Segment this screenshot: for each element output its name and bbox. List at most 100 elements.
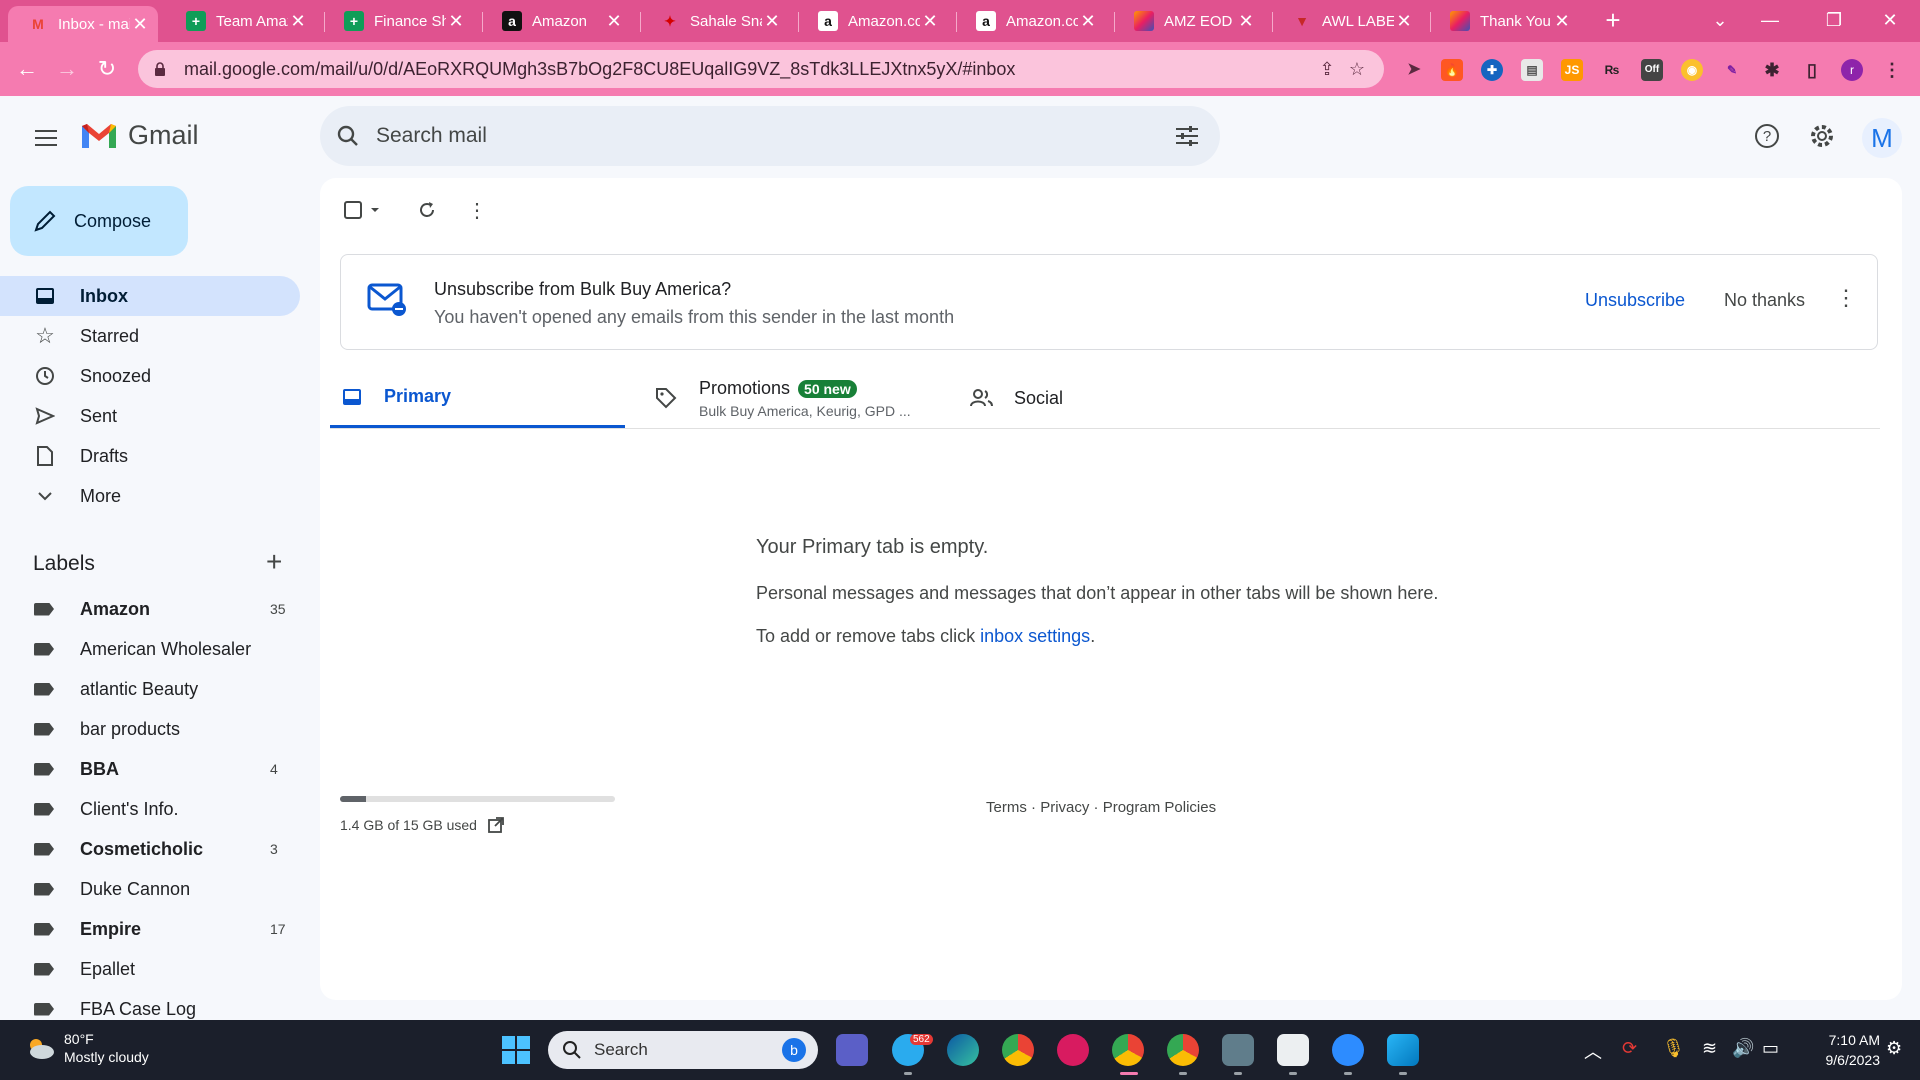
tab-promotions[interactable]: Promotions 50 new Bulk Buy America, Keuri… <box>655 368 945 428</box>
window-close-icon[interactable]: ✕ <box>1860 2 1920 38</box>
system-clock[interactable]: 7:10 AM 9/6/2023 <box>1790 1030 1881 1070</box>
notebook-extension-icon[interactable]: ▤ <box>1521 59 1543 81</box>
snipping-tool-icon[interactable] <box>1277 1034 1309 1066</box>
more-vertical-icon[interactable]: ⋮ <box>1881 59 1903 81</box>
address-bar[interactable]: mail.google.com/mail/u/0/d/AEoRXRQUMgh3s… <box>138 50 1384 88</box>
side-panel-icon[interactable]: ▯ <box>1801 59 1823 81</box>
close-icon[interactable]: ✕ <box>130 14 150 35</box>
label-item-bar-products[interactable]: bar products <box>0 709 300 749</box>
rs-extension-icon[interactable]: ₨ <box>1601 59 1623 81</box>
taskbar-search[interactable]: Search b <box>548 1031 818 1069</box>
battery-icon[interactable]: ▭ <box>1762 1038 1779 1059</box>
teams-chat-icon[interactable] <box>836 1034 868 1066</box>
nav-item-sent[interactable]: Sent <box>0 396 300 436</box>
chrome-profile-icon[interactable] <box>1112 1034 1144 1066</box>
nav-item-snoozed[interactable]: Snoozed <box>0 356 300 396</box>
label-item-cosmeticholic[interactable]: Cosmeticholic 3 <box>0 829 300 869</box>
chevron-up-icon[interactable]: ︿ <box>1584 1038 1602 1064</box>
wifi-icon[interactable]: ≋ <box>1702 1038 1717 1059</box>
label-item-clients-info[interactable]: Client's Info. <box>0 789 300 829</box>
label-item-empire[interactable]: Empire 17 <box>0 909 300 949</box>
privacy-link[interactable]: Privacy <box>1040 799 1089 816</box>
tab-thank-you[interactable]: Thank You ✕ <box>1430 6 1580 36</box>
bing-icon[interactable]: b <box>782 1038 806 1062</box>
label-item-duke-cannon[interactable]: Duke Cannon <box>0 869 300 909</box>
label-item-amazon[interactable]: Amazon 35 <box>0 589 300 629</box>
label-item-american-wholesaler[interactable]: American Wholesaler <box>0 629 300 669</box>
reload-icon[interactable]: ↻ <box>92 54 122 84</box>
weather-widget[interactable]: 80°F Mostly cloudy <box>24 1030 149 1066</box>
select-all-checkbox[interactable] <box>338 192 388 228</box>
off-extension-icon[interactable]: Off <box>1641 59 1663 81</box>
sync-icon[interactable]: ⟳ <box>1622 1038 1637 1059</box>
tab-team-amazon[interactable]: + Team Amaz ✕ <box>166 6 316 36</box>
more-options-icon[interactable]: ⋮ <box>459 192 495 228</box>
no-thanks-button[interactable]: No thanks <box>1724 290 1805 311</box>
wps-icon[interactable] <box>1057 1034 1089 1066</box>
edge-icon[interactable] <box>947 1034 979 1066</box>
program-policies-link[interactable]: Program Policies <box>1103 799 1216 816</box>
start-button[interactable] <box>502 1036 530 1064</box>
label-item-epallet[interactable]: Epallet <box>0 949 300 989</box>
lock-icon[interactable] <box>152 61 168 77</box>
nav-item-more[interactable]: More <box>0 476 300 516</box>
unsubscribe-button[interactable]: Unsubscribe <box>1585 290 1685 311</box>
tab-finance-sheet[interactable]: + Finance She ✕ <box>324 6 474 36</box>
chrome-profile-2-icon[interactable] <box>1167 1034 1199 1066</box>
fire-extension-icon[interactable]: 🔥 <box>1441 59 1463 81</box>
url-text[interactable]: mail.google.com/mail/u/0/d/AEoRXRQUMgh3s… <box>184 59 1312 80</box>
tab-amazon-com-2[interactable]: a Amazon.cor ✕ <box>956 6 1106 36</box>
tab-amz-eod[interactable]: AMZ EOD F ✕ <box>1114 6 1264 36</box>
calculator-icon[interactable] <box>1222 1034 1254 1066</box>
storage-meter[interactable]: 1.4 GB of 15 GB used <box>340 796 615 834</box>
arrow-extension-icon[interactable]: ➤ <box>1403 59 1425 81</box>
new-tab-button[interactable]: + <box>1598 6 1628 36</box>
terms-link[interactable]: Terms <box>986 799 1027 816</box>
extensions-puzzle-icon[interactable]: ✱ <box>1761 59 1783 81</box>
close-icon[interactable]: ✕ <box>1078 11 1098 32</box>
refresh-icon[interactable] <box>409 192 445 228</box>
account-avatar[interactable]: M <box>1862 118 1902 158</box>
zoom-icon[interactable] <box>1332 1034 1364 1066</box>
close-icon[interactable]: ✕ <box>920 11 940 32</box>
search-bar[interactable]: Search mail <box>320 106 1220 166</box>
puzzle-round-extension-icon[interactable]: ✚ <box>1481 59 1503 81</box>
search-input[interactable]: Search mail <box>376 124 1174 148</box>
search-options-icon[interactable] <box>1174 124 1200 148</box>
nav-item-starred[interactable]: ☆ Starred <box>0 316 300 356</box>
label-item-bba[interactable]: BBA 4 <box>0 749 300 789</box>
main-menu-button[interactable] <box>26 118 66 158</box>
nav-item-inbox[interactable]: Inbox <box>0 276 300 316</box>
tab-sahale-snacks[interactable]: ✦ Sahale Snac ✕ <box>640 6 790 36</box>
js-extension-icon[interactable]: JS <box>1561 59 1583 81</box>
label-item-atlantic-beauty[interactable]: atlantic Beauty <box>0 669 300 709</box>
add-label-icon[interactable]: + <box>266 546 282 578</box>
photos-icon[interactable] <box>1387 1034 1419 1066</box>
notification-bell-icon[interactable]: ⚙ <box>1886 1038 1902 1059</box>
color-wheel-extension-icon[interactable]: ◉ <box>1681 59 1703 81</box>
chrome-icon[interactable] <box>1002 1034 1034 1066</box>
restore-icon[interactable]: ❐ <box>1804 2 1864 38</box>
forward-icon[interactable]: → <box>52 54 82 84</box>
close-icon[interactable]: ✕ <box>1552 11 1572 32</box>
tab-inbox[interactable]: M Inbox - mail ✕ <box>8 6 158 42</box>
share-icon[interactable]: ⇪ <box>1312 59 1342 80</box>
close-icon[interactable]: ✕ <box>446 11 466 32</box>
pen-extension-icon[interactable]: ✎ <box>1721 59 1743 81</box>
inbox-settings-link[interactable]: inbox settings <box>980 626 1090 646</box>
compose-button[interactable]: Compose <box>10 186 188 256</box>
close-icon[interactable]: ✕ <box>288 11 308 32</box>
profile-avatar[interactable]: r <box>1841 59 1863 81</box>
search-icon[interactable] <box>336 124 360 148</box>
bookmark-star-icon[interactable]: ☆ <box>1342 59 1372 80</box>
tab-amazon[interactable]: a Amazon ✕ <box>482 6 632 36</box>
tab-amazon-com-1[interactable]: a Amazon.cor ✕ <box>798 6 948 36</box>
nav-item-drafts[interactable]: Drafts <box>0 436 300 476</box>
tab-awl-label[interactable]: ▼ AWL LABEL ✕ <box>1272 6 1422 36</box>
close-icon[interactable]: ✕ <box>1236 11 1256 32</box>
minimize-icon[interactable]: — <box>1740 2 1800 38</box>
microphone-icon[interactable]: 🎙 <box>1662 1038 1685 1059</box>
tab-social[interactable]: Social <box>970 368 1220 428</box>
gmail-logo[interactable]: Gmail <box>80 120 199 151</box>
settings-gear-icon[interactable] <box>1804 118 1840 154</box>
